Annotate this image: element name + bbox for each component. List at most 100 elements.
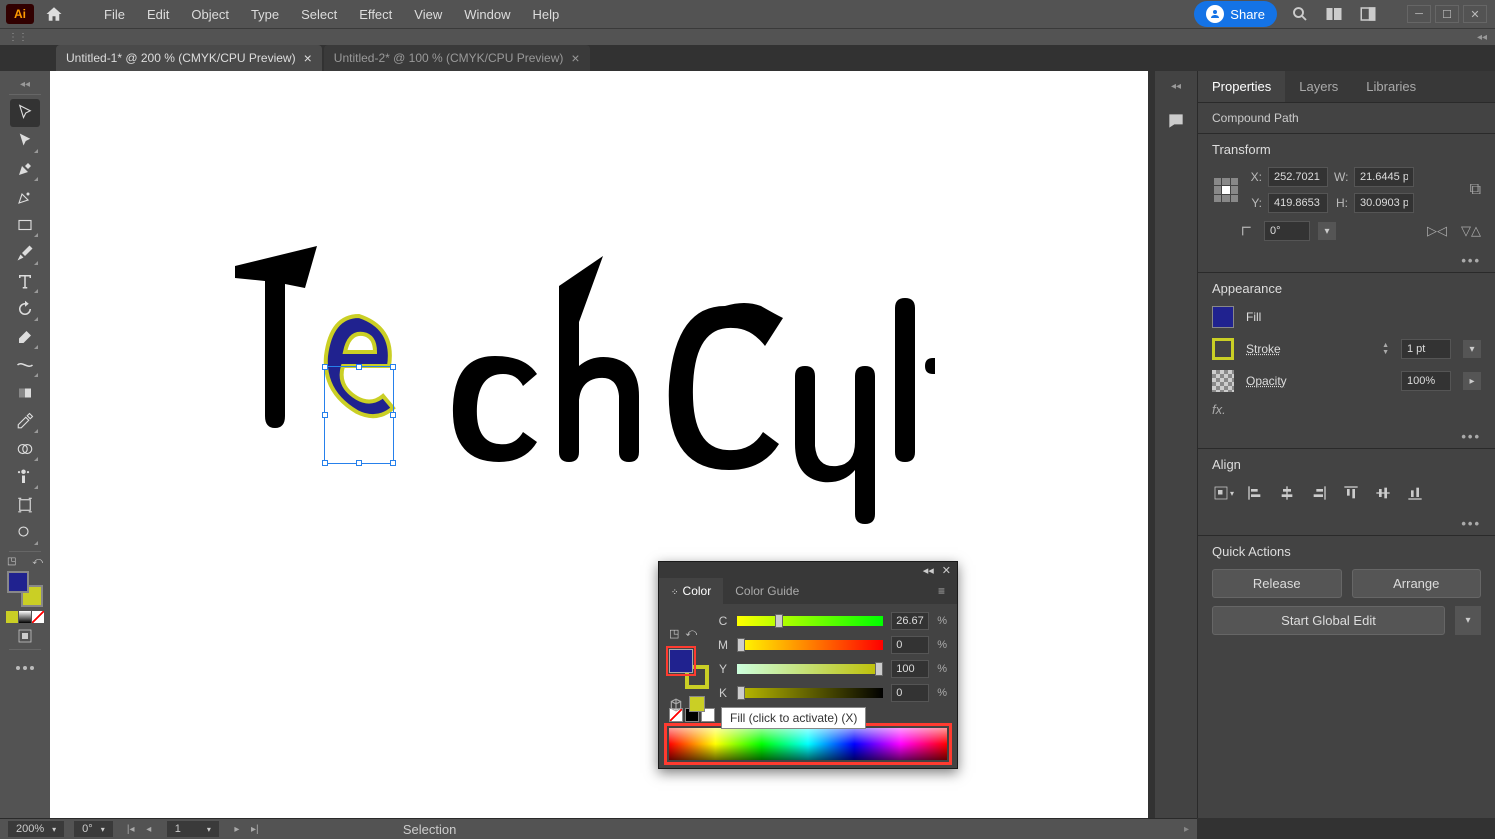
stroke-label[interactable]: Stroke [1246,342,1370,356]
y-value-input[interactable] [891,660,929,678]
color-panel-collapse-icon[interactable]: ◂◂ [923,564,934,577]
layers-tab[interactable]: Layers [1285,71,1352,102]
flip-vertical-icon[interactable]: ▽△ [1461,223,1481,239]
stroke-stepper-icon[interactable]: ▲▼ [1382,342,1389,356]
last-color-icon[interactable]: ⤺ [685,627,697,640]
color-panel[interactable]: ◂◂ ✕ ⁘Color Color Guide ≡ ◳ ⤺ [658,561,958,769]
align-to-dropdown[interactable]: ▾ [1212,482,1234,504]
search-icon[interactable] [1289,3,1311,25]
maximize-button[interactable]: ☐ [1435,5,1459,23]
menu-edit[interactable]: Edit [137,2,179,27]
align-vcenter-icon[interactable] [1372,482,1394,504]
artboard-canvas[interactable]: ◂◂ ✕ ⁘Color Color Guide ≡ ◳ ⤺ [50,71,1148,818]
doc-tab-1[interactable]: Untitled-1* @ 200 % (CMYK/CPU Preview) × [56,45,322,71]
opacity-label[interactable]: Opacity [1246,374,1389,388]
artboard-tool[interactable] [10,491,40,519]
release-button[interactable]: Release [1212,569,1342,598]
resize-handle-br[interactable] [390,460,396,466]
menu-effect[interactable]: Effect [349,2,402,27]
swap-fill-stroke-icon[interactable]: ◳ [7,556,16,567]
first-artboard-icon[interactable]: |◂ [123,821,139,837]
selection-bounding-box[interactable] [324,366,394,464]
stroke-color-swatch[interactable] [1212,338,1234,360]
opacity-swatch[interactable] [1212,370,1234,392]
opacity-dropdown-icon[interactable]: ▸ [1463,372,1481,390]
k-value-input[interactable] [891,684,929,702]
close-window-button[interactable]: ✕ [1463,5,1487,23]
rotate-dropdown-icon[interactable]: ▾ [1318,222,1336,240]
edit-toolbar-icon[interactable] [10,654,40,682]
resize-handle-ml[interactable] [322,412,328,418]
menu-object[interactable]: Object [181,2,239,27]
properties-tab[interactable]: Properties [1198,71,1285,102]
appearance-more-icon[interactable]: ••• [1198,425,1495,448]
rotate-input[interactable] [1264,221,1310,241]
shape-builder-tool[interactable] [10,435,40,463]
share-button[interactable]: Share [1194,1,1277,27]
m-slider[interactable] [737,640,883,650]
paintbrush-tool[interactable] [10,239,40,267]
zoom-level-dropdown[interactable]: 200%▾ [8,821,64,837]
resize-handle-tl[interactable] [322,364,328,370]
swap-icon[interactable]: ◳ [669,627,679,640]
draw-mode-icon[interactable] [10,627,40,645]
stroke-dropdown-icon[interactable]: ▾ [1463,340,1481,358]
doc-tab-2-close-icon[interactable]: × [571,50,579,66]
stroke-weight-input[interactable] [1401,339,1451,359]
resize-handle-bl[interactable] [322,460,328,466]
selection-tool[interactable] [10,99,40,127]
symbol-sprayer-tool[interactable] [10,463,40,491]
m-value-input[interactable] [891,636,929,654]
global-edit-dropdown-icon[interactable]: ▾ [1455,606,1481,635]
libraries-tab[interactable]: Libraries [1352,71,1430,102]
collapsed-expand-icon[interactable]: ◂◂ [1171,81,1181,92]
fx-button[interactable]: fx. [1212,402,1481,417]
control-bar-expand-icon[interactable]: ◂◂ [1477,32,1487,43]
color-panel-close-icon[interactable]: ✕ [942,564,951,577]
arrange-button[interactable]: Arrange [1352,569,1482,598]
resize-handle-bm[interactable] [356,460,362,466]
align-top-icon[interactable] [1340,482,1362,504]
align-hcenter-icon[interactable] [1276,482,1298,504]
eyedropper-tool[interactable] [10,407,40,435]
align-left-icon[interactable] [1244,482,1266,504]
none-mode-icon[interactable] [32,611,44,623]
doc-tab-2[interactable]: Untitled-2* @ 100 % (CMYK/CPU Preview) × [324,45,590,71]
menu-window[interactable]: Window [454,2,520,27]
color-spectrum[interactable] [669,728,947,760]
zoom-tool[interactable] [10,519,40,547]
current-color-swatch[interactable] [689,696,705,712]
color-mode-icon[interactable] [6,611,18,623]
home-icon[interactable] [38,0,70,28]
app-logo[interactable]: Ai [6,4,34,24]
eraser-tool[interactable] [10,323,40,351]
constrain-proportions-icon[interactable]: ⧉ [1470,181,1481,199]
reference-point-grid[interactable] [1212,176,1240,204]
color-guide-tab[interactable]: Color Guide [723,578,811,604]
toolbar-collapse-icon[interactable]: ◂◂ [10,79,40,90]
x-input[interactable] [1268,167,1328,187]
artboard-nav-input[interactable]: 1▾ [167,821,219,837]
width-tool[interactable] [10,351,40,379]
prev-artboard-icon[interactable]: ◂ [141,821,157,837]
align-right-icon[interactable] [1308,482,1330,504]
curvature-tool[interactable] [10,183,40,211]
gradient-mode-icon[interactable] [19,611,31,623]
rectangle-tool[interactable] [10,211,40,239]
transform-more-icon[interactable]: ••• [1198,249,1495,272]
arrange-docs-icon[interactable] [1323,3,1345,25]
fill-color-swatch[interactable] [1212,306,1234,328]
align-bottom-icon[interactable] [1404,482,1426,504]
h-input[interactable] [1354,193,1414,213]
comments-icon[interactable] [1165,110,1187,132]
flip-horizontal-icon[interactable]: ▷◁ [1427,223,1447,239]
menu-type[interactable]: Type [241,2,289,27]
next-artboard-icon[interactable]: ▸ [229,821,245,837]
menu-select[interactable]: Select [291,2,347,27]
opacity-input[interactable] [1401,371,1451,391]
type-tool[interactable] [10,267,40,295]
y-input[interactable] [1268,193,1328,213]
color-tab[interactable]: ⁘Color [659,578,723,604]
minimize-button[interactable]: ─ [1407,5,1431,23]
y-slider[interactable] [737,664,883,674]
